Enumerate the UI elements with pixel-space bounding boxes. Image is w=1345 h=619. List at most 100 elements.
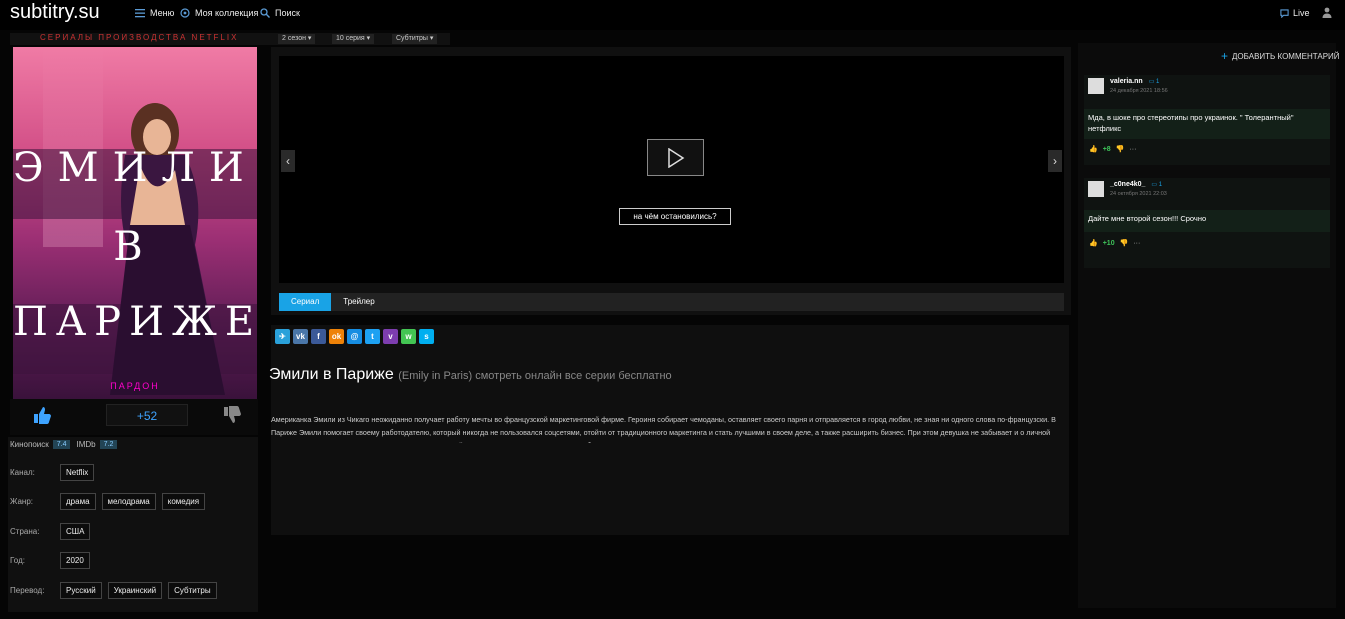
title-original: (Emily in Paris) смотреть онлайн все сер… — [398, 370, 672, 382]
live-button[interactable]: Live — [1280, 8, 1310, 18]
poster-title-line3: ПАРИЖЕ — [13, 299, 257, 345]
whatsapp-icon[interactable]: w — [401, 329, 416, 344]
year-tag[interactable]: 2020 — [60, 552, 90, 569]
poster-title-line2: В — [113, 224, 157, 270]
description-section: ✈ vk f ok @ t v w s Эмили в Париже (Emily in Par… — [269, 325, 1069, 535]
comment-date: 24 октября 2021 22:03 — [1110, 191, 1167, 197]
genre-tag[interactable]: комедия — [161, 493, 206, 510]
telegram-icon[interactable]: ✈ — [275, 329, 290, 344]
site-logo[interactable]: subtitry.su — [10, 1, 100, 24]
avatar[interactable] — [1088, 181, 1104, 197]
tab-trailer[interactable]: Трейлер — [331, 293, 386, 311]
vote-count: +8 — [1102, 145, 1111, 153]
year-row: Год: 2020 — [10, 552, 90, 569]
reply-count[interactable]: ▭ 1 — [1149, 78, 1160, 85]
comment-meta: _c0ne4k0_ ▭ 1 — [1110, 181, 1167, 188]
user-icon[interactable] — [1322, 7, 1332, 18]
play-icon — [668, 148, 685, 168]
comment-text: Мда, в шоке про стереотипы про украинок.… — [1084, 109, 1330, 139]
twitter-icon[interactable]: t — [365, 329, 380, 344]
poster-small-text: ПАРДОН — [110, 381, 160, 391]
imdb-value: 7.2 — [99, 440, 118, 449]
imdb-label: IMDb — [76, 440, 96, 449]
sub-bar: СЕРИАЛЫ ПРОИЗВОДСТВА NETFLIX 2 сезон ▾ 1… — [10, 33, 450, 45]
ratings-row: Кинопоиск 7.4 IMDb 7.2 — [10, 440, 118, 449]
vote-count: +10 — [1102, 239, 1115, 247]
collection-icon — [180, 8, 190, 18]
thumbs-up-icon[interactable] — [32, 405, 52, 425]
country-label: Страна: — [10, 527, 40, 536]
search-icon — [260, 8, 270, 18]
translation-label: Перевод: — [10, 586, 45, 595]
channel-label: Канал: — [10, 468, 35, 477]
genre-row: Жанр: драма мелодрама комедия — [10, 493, 206, 510]
country-row: Страна: США — [10, 523, 91, 540]
translation-row: Перевод: Русский Украинский Субтитры — [10, 582, 217, 599]
episode-select[interactable]: 10 серия ▾ — [332, 34, 375, 44]
thumbs-down-icon[interactable]: 👎 — [1116, 145, 1125, 153]
plus-icon: + — [1221, 49, 1229, 63]
thumbs-up-icon[interactable]: 👍 — [1089, 239, 1098, 247]
comment-user[interactable]: _c0ne4k0_ — [1110, 181, 1145, 188]
nav-menu[interactable]: Меню — [135, 8, 174, 18]
live-label: Live — [1293, 8, 1310, 18]
episode-value: 10 серия — [336, 35, 365, 42]
video-player[interactable]: ‹ › на чём остановились? — [279, 56, 1064, 283]
reply-count-value: 1 — [1156, 79, 1160, 85]
resume-button[interactable]: на чём остановились? — [619, 208, 731, 225]
reply-count[interactable]: ▭ 1 — [1151, 181, 1162, 188]
chevron-left-icon[interactable]: ‹ — [281, 150, 295, 172]
comment-meta: valeria.nn ▭ 1 — [1110, 78, 1168, 85]
comment-user[interactable]: valeria.nn — [1110, 78, 1143, 85]
comment-text: Дайте мне второй сезон!!! Срочно — [1084, 210, 1330, 232]
share-buttons: ✈ vk f ok @ t v w s — [275, 329, 434, 344]
translation-select[interactable]: Субтитры ▾ — [392, 34, 438, 44]
menu-icon — [135, 9, 145, 18]
thumbs-up-icon[interactable]: 👍 — [1089, 145, 1098, 153]
moimir-icon[interactable]: @ — [347, 329, 362, 344]
add-comment-label: ДОБАВИТЬ КОММЕНТАРИЙ — [1232, 51, 1340, 61]
translation-value: Субтитры — [396, 35, 428, 42]
description-text: Американка Эмили из Чикаго неожиданно по… — [271, 415, 1056, 443]
translation-tag[interactable]: Русский — [60, 582, 102, 599]
avatar[interactable] — [1088, 78, 1104, 94]
channel-tag[interactable]: Netflix — [60, 464, 95, 481]
thumbs-down-icon[interactable] — [222, 405, 242, 425]
kinopoisk-rating: Кинопоиск 7.4 — [10, 440, 71, 449]
season-value: 2 сезон — [282, 35, 306, 42]
thumbs-down-icon[interactable]: 👎 — [1120, 239, 1129, 247]
genre-tag[interactable]: мелодрама — [101, 493, 156, 510]
top-bar: subtitry.su Меню Моя коллекция Поиск Liv… — [0, 0, 1345, 30]
add-comment-button[interactable]: + ДОБАВИТЬ КОММЕНТАРИЙ — [1221, 49, 1340, 63]
nav-search-label: Поиск — [275, 8, 300, 18]
more-icon[interactable]: ··· — [1129, 146, 1136, 153]
skype-icon[interactable]: s — [419, 329, 434, 344]
translation-tag[interactable]: Украинский — [107, 582, 163, 599]
comment-header: _c0ne4k0_ ▭ 1 24 октября 2021 22:03 — [1088, 181, 1167, 197]
comment-card: _c0ne4k0_ ▭ 1 24 октября 2021 22:03 Дайт… — [1084, 178, 1330, 268]
page-title: Эмили в Париже (Emily in Paris) смотреть… — [269, 366, 672, 384]
channel-row: Канал: Netflix — [10, 464, 95, 481]
title-main: Эмили в Париже — [269, 366, 394, 383]
chevron-right-icon[interactable]: › — [1048, 150, 1062, 172]
comment-votes: 👍 +10 👎 ··· — [1089, 239, 1140, 248]
odnoklassniki-icon[interactable]: ok — [329, 329, 344, 344]
genre-tag[interactable]: драма — [60, 493, 96, 510]
more-icon[interactable]: ··· — [1133, 240, 1140, 247]
season-select[interactable]: 2 сезон ▾ — [278, 34, 316, 44]
nav-collection[interactable]: Моя коллекция — [180, 8, 258, 18]
viber-icon[interactable]: v — [383, 329, 398, 344]
year-label: Год: — [10, 556, 25, 565]
comment-header: valeria.nn ▭ 1 24 декабря 2021 18:56 — [1088, 78, 1168, 94]
nav-search[interactable]: Поиск — [260, 8, 300, 18]
facebook-icon[interactable]: f — [311, 329, 326, 344]
breadcrumb[interactable]: СЕРИАЛЫ ПРОИЗВОДСТВА NETFLIX — [40, 33, 238, 42]
country-tag[interactable]: США — [60, 523, 91, 540]
kinopoisk-value: 7.4 — [52, 440, 71, 449]
translation-tag[interactable]: Субтитры — [168, 582, 217, 599]
vk-icon[interactable]: vk — [293, 329, 308, 344]
play-button[interactable] — [647, 139, 704, 176]
tab-series[interactable]: Сериал — [279, 293, 332, 311]
reply-count-value: 1 — [1158, 182, 1163, 188]
comment-date: 24 декабря 2021 18:56 — [1110, 88, 1168, 94]
